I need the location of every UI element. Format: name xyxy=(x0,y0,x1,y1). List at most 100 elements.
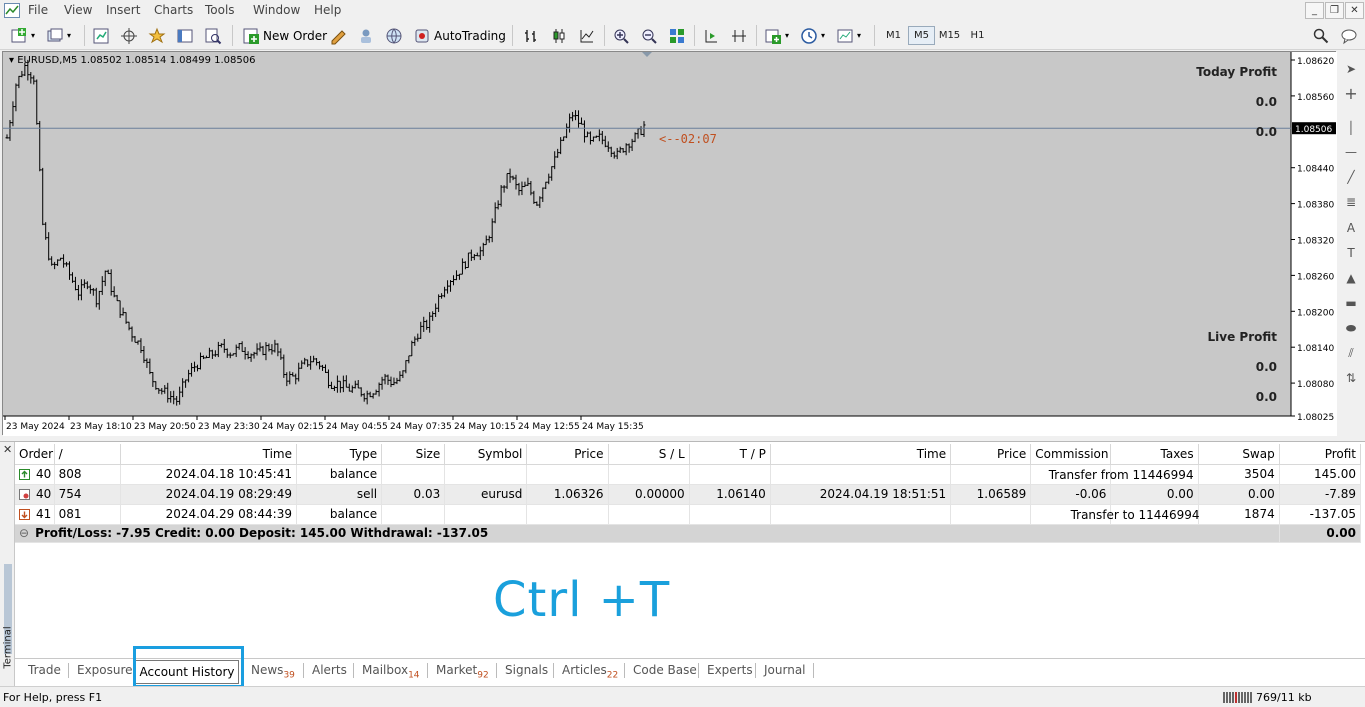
menu-tools[interactable]: Tools xyxy=(205,3,235,17)
timeframe-m15-button[interactable]: M15 xyxy=(936,26,963,45)
swap-value: 3504 xyxy=(1198,464,1280,485)
templates-button[interactable]: ▾ xyxy=(834,24,863,47)
tab-alerts[interactable]: Alerts xyxy=(312,663,347,677)
close-icon[interactable]: ✕ xyxy=(1345,2,1364,19)
autotrading-button[interactable]: AutoTrading xyxy=(411,24,508,47)
tab-experts[interactable]: Experts xyxy=(707,663,753,677)
menu-help[interactable]: Help xyxy=(314,3,341,17)
zoom-in-button[interactable] xyxy=(610,24,632,47)
column-header-sl[interactable]: S / L xyxy=(608,444,690,465)
crosshair-tool-icon[interactable]: + xyxy=(1342,85,1360,103)
horizontal-line-icon[interactable]: — xyxy=(1342,143,1360,161)
column-header-symbol[interactable]: Symbol xyxy=(444,444,528,465)
tab-mailbox[interactable]: Mailbox14 xyxy=(362,663,420,680)
new-chart-button[interactable]: ▾ xyxy=(8,24,37,47)
indicators-button[interactable]: ▾ xyxy=(762,24,791,47)
ellipse-icon[interactable]: ⬬ xyxy=(1342,319,1360,337)
price-tick-label: 1.08025 xyxy=(1297,413,1334,423)
column-header-tp[interactable]: T / P xyxy=(689,444,771,465)
tile-windows-button[interactable] xyxy=(666,24,688,47)
column-header-taxes[interactable]: Taxes xyxy=(1110,444,1199,465)
chart-shift-icon xyxy=(732,29,746,42)
withdrawal-arrow-icon xyxy=(19,509,30,520)
menu-charts[interactable]: Charts xyxy=(154,3,193,17)
data-window-button[interactable] xyxy=(118,24,140,47)
tab-signals[interactable]: Signals xyxy=(505,663,548,677)
tab-news[interactable]: News39 xyxy=(251,663,295,680)
channel-icon[interactable]: ⫽ xyxy=(1342,344,1360,362)
column-header-commission[interactable]: Commission xyxy=(1030,444,1112,465)
menu-file[interactable]: File xyxy=(28,3,48,17)
timeframe-m1-button[interactable]: M1 xyxy=(880,26,907,45)
time-tick-label: 24 May 12:55 xyxy=(518,422,580,432)
chart-shift-button[interactable] xyxy=(728,24,750,47)
signals-button[interactable] xyxy=(355,24,377,47)
rectangle-icon[interactable]: ▬ xyxy=(1342,294,1360,312)
navigator-button[interactable] xyxy=(146,24,168,47)
table-row[interactable]: 41 081 2024.04.29 08:44:39 balance Trans… xyxy=(15,504,1362,525)
market-watch-button[interactable] xyxy=(90,24,112,47)
tab-market[interactable]: Market92 xyxy=(436,663,489,680)
vertical-line-icon[interactable]: │ xyxy=(1342,119,1360,137)
column-header-order[interactable]: Order xyxy=(15,444,55,465)
column-header-time[interactable]: Time xyxy=(120,444,297,465)
candlestick-button[interactable] xyxy=(548,24,570,47)
minimize-icon[interactable]: _ xyxy=(1305,2,1324,19)
text-tool-icon[interactable]: A xyxy=(1342,219,1360,237)
chat-button[interactable] xyxy=(1338,24,1360,47)
triangle-icon[interactable]: ▲ xyxy=(1342,269,1360,287)
chart-canvas[interactable]: 1.08620 1.08560 1.08440 1.08380 1.08320 1.082… xyxy=(3,52,1337,436)
strategy-tester-button[interactable] xyxy=(202,24,224,47)
timeframe-m5-button[interactable]: M5 xyxy=(908,26,935,45)
search-button[interactable] xyxy=(1310,24,1332,47)
summary-collapse-icon[interactable]: ⊖ xyxy=(19,526,29,540)
restore-icon[interactable]: ❐ xyxy=(1325,2,1344,19)
zoom-out-button[interactable] xyxy=(638,24,660,47)
order-prefix: 40 xyxy=(36,467,52,481)
bar-chart-button[interactable] xyxy=(520,24,542,47)
chart-collapse-triangle-icon[interactable]: ▾ xyxy=(9,55,14,66)
new-order-button[interactable]: New Order xyxy=(240,24,329,47)
tab-articles[interactable]: Articles22 xyxy=(562,663,618,680)
column-header-size[interactable]: Size xyxy=(381,444,446,465)
tab-code-base[interactable]: Code Base xyxy=(633,663,697,677)
column-header-close-time[interactable]: Time xyxy=(770,444,952,465)
cursor-arrow-icon[interactable]: ➤ xyxy=(1342,60,1360,78)
periods-button[interactable]: ▾ xyxy=(798,24,827,47)
tester-magnifier-icon xyxy=(205,28,222,44)
column-header-swap[interactable]: Swap xyxy=(1198,444,1280,465)
column-header-price[interactable]: Price xyxy=(526,444,609,465)
news-count-badge: 39 xyxy=(283,670,295,681)
text-label-icon[interactable]: T xyxy=(1342,244,1360,262)
menu-window[interactable]: Window xyxy=(253,3,300,17)
taxes-value: 0.00 xyxy=(1110,484,1199,505)
column-header-type[interactable]: Type xyxy=(296,444,383,465)
market-button[interactable] xyxy=(383,24,405,47)
current-price-label: 1.08506 xyxy=(1295,125,1332,135)
auto-scroll-button[interactable] xyxy=(700,24,722,47)
metaeditor-button[interactable] xyxy=(327,24,349,47)
trendline-icon[interactable]: ╱ xyxy=(1342,168,1360,186)
profiles-button[interactable]: ▾ xyxy=(44,24,73,47)
order-prefix: 41 xyxy=(36,507,52,521)
terminal-close-icon[interactable]: ✕ xyxy=(3,443,12,456)
tab-exposure[interactable]: Exposure xyxy=(77,663,133,677)
open-time: 2024.04.18 10:45:41 xyxy=(120,464,297,485)
tab-trade[interactable]: Trade xyxy=(28,663,61,677)
connection-status[interactable]: 769/11 kb xyxy=(1223,691,1312,704)
column-header-sort[interactable]: / xyxy=(54,444,121,465)
column-header-profit[interactable]: Profit xyxy=(1279,444,1362,465)
menu-view[interactable]: View xyxy=(64,3,92,17)
timeframe-h1-button[interactable]: H1 xyxy=(964,26,991,45)
menu-insert[interactable]: Insert xyxy=(106,3,140,17)
terminal-button[interactable] xyxy=(174,24,196,47)
tab-journal[interactable]: Journal xyxy=(764,663,806,677)
arrows-icon[interactable]: ⇅ xyxy=(1342,369,1360,387)
line-chart-button[interactable] xyxy=(576,24,598,47)
table-row[interactable]: 40 808 2024.04.18 10:45:41 balance Trans… xyxy=(15,464,1362,485)
column-header-close-price[interactable]: Price xyxy=(950,444,1032,465)
table-row[interactable]: 40 754 2024.04.19 08:29:49 sell 0.03 eur… xyxy=(15,484,1362,505)
price-chart[interactable]: 1.08620 1.08560 1.08440 1.08380 1.08320 1.082… xyxy=(2,51,1337,436)
fibonacci-icon[interactable]: ≣ xyxy=(1342,193,1360,211)
time-tick-label: 24 May 02:15 xyxy=(262,422,324,432)
